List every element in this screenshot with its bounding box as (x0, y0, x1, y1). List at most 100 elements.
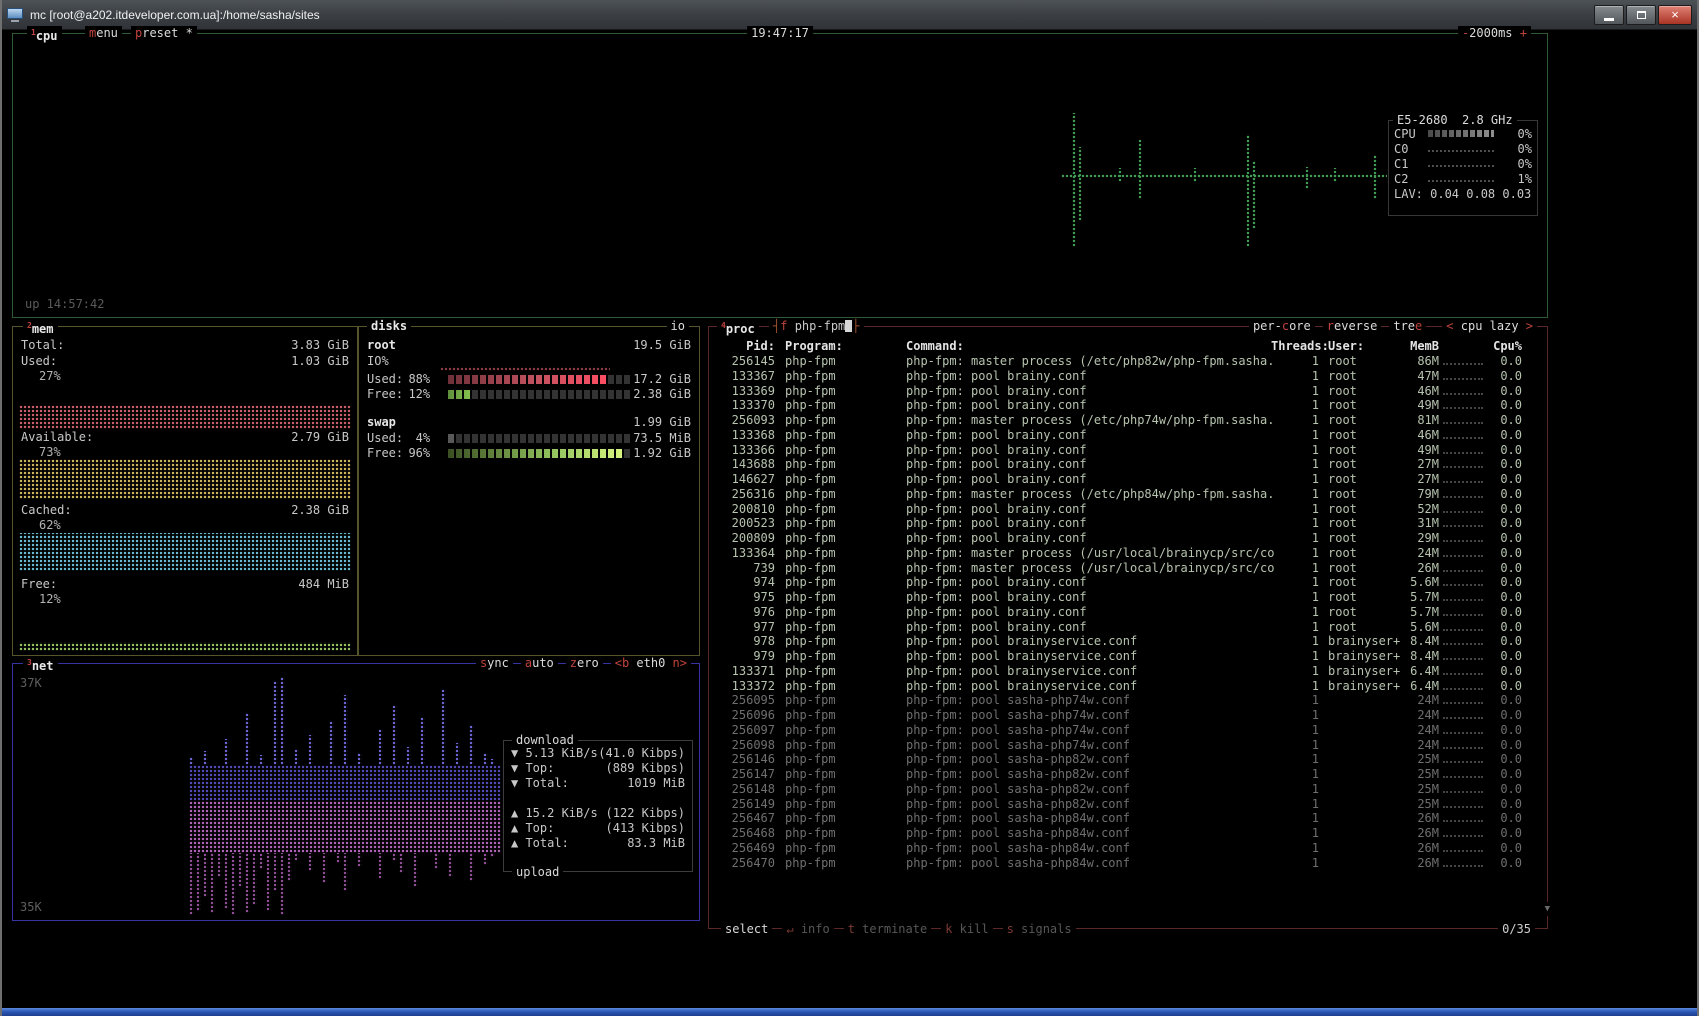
cpu-graph-baseline (1061, 174, 1387, 178)
process-row[interactable]: 133369php-fpmphp-fpm: pool brainy.conf1r… (715, 384, 1543, 399)
header-program[interactable]: Program: (785, 339, 843, 354)
process-row[interactable]: 978php-fpmphp-fpm: pool brainyservice.co… (715, 634, 1543, 649)
process-row[interactable]: 256148php-fpmphp-fpm: pool sasha-php82w.… (715, 782, 1543, 797)
download-scale-label: 37K (20, 676, 42, 690)
process-row[interactable]: 133364php-fpmphp-fpm: master process (/u… (715, 546, 1543, 561)
footer-action-signals[interactable]: s signals (1003, 922, 1076, 936)
menu-button[interactable]: menu (85, 26, 122, 40)
process-row[interactable]: 975php-fpmphp-fpm: pool brainy.conf1root… (715, 590, 1543, 605)
disk-free-meter (448, 390, 630, 399)
header-pid[interactable]: Pid: (715, 339, 775, 354)
window-titlebar[interactable]: mc [root@a202.itdeveloper.com.ua]:/home/… (2, 0, 1697, 30)
process-row[interactable]: 143688php-fpmphp-fpm: pool brainy.conf1r… (715, 457, 1543, 472)
sort-selector[interactable]: < cpu lazy > (1442, 319, 1537, 333)
close-icon: × (1671, 8, 1679, 21)
cpu-meter-panel: E5-2680 2.8 GHz CPU0% C00% C10% C21% LAV… (1388, 120, 1538, 216)
process-row[interactable]: 133372php-fpmphp-fpm: pool brainyservice… (715, 679, 1543, 694)
header-threads[interactable]: Threads: (1271, 339, 1319, 354)
process-row[interactable]: 976php-fpmphp-fpm: pool brainy.conf1root… (715, 605, 1543, 620)
process-row[interactable]: 256095php-fpmphp-fpm: pool sasha-php74w.… (715, 693, 1543, 708)
cpu-total-row: CPU0% (1389, 126, 1537, 141)
upload-top: ▲ Top:(413 Kibps) (504, 821, 692, 836)
header-user[interactable]: User: (1328, 339, 1364, 354)
close-button[interactable]: × (1658, 5, 1692, 25)
download-title: download (512, 733, 578, 747)
taskbar-strip (2, 1008, 1697, 1016)
footer-action-terminate[interactable]: t terminate (844, 922, 931, 936)
net-auto-toggle[interactable]: auto (521, 656, 558, 670)
scroll-down-indicator[interactable]: ▼ (1543, 902, 1552, 916)
terminal-window: mc [root@a202.itdeveloper.com.ua]:/home/… (0, 0, 1699, 1016)
preset-button[interactable]: preset * (131, 26, 197, 40)
net-zero-toggle[interactable]: zero (566, 656, 603, 670)
header-cpu[interactable]: Cpu% (1488, 339, 1522, 354)
memory-box: 2mem Total:3.83 GiB Used:1.03 GiB 27% Av… (12, 326, 358, 656)
mem-free-graph (19, 642, 351, 651)
process-row[interactable]: 256093php-fpmphp-fpm: master process (/e… (715, 413, 1543, 428)
interval-increase[interactable]: + (1520, 26, 1527, 40)
footer-action-select[interactable]: select (721, 922, 772, 936)
process-row[interactable]: 979php-fpmphp-fpm: pool brainyservice.co… (715, 649, 1543, 664)
process-row[interactable]: 146627php-fpmphp-fpm: pool brainy.conf1r… (715, 472, 1543, 487)
header-command[interactable]: Command: (906, 339, 964, 354)
sort-prev-icon: < (1446, 319, 1453, 333)
process-row[interactable]: 256467php-fpmphp-fpm: pool sasha-php84w.… (715, 811, 1543, 826)
process-row[interactable]: 739php-fpmphp-fpm: master process (/usr/… (715, 561, 1543, 576)
cpu-history-dots (1443, 710, 1483, 719)
swap-used-meter (448, 434, 630, 443)
process-row[interactable]: 200523php-fpmphp-fpm: pool brainy.conf1r… (715, 516, 1543, 531)
header-memb[interactable]: MemB (1395, 339, 1439, 354)
cpu-history-dots (1443, 386, 1483, 395)
process-row[interactable]: 133371php-fpmphp-fpm: pool brainyservice… (715, 664, 1543, 679)
process-row[interactable]: 200810php-fpmphp-fpm: pool brainy.conf1r… (715, 502, 1543, 517)
sort-next-icon: > (1526, 319, 1533, 333)
footer-action-info[interactable]: ↵ info (782, 922, 833, 936)
process-row[interactable]: 133366php-fpmphp-fpm: pool brainy.conf1r… (715, 443, 1543, 458)
minimize-button[interactable] (1594, 5, 1624, 25)
process-row[interactable]: 133370php-fpmphp-fpm: pool brainy.conf1r… (715, 398, 1543, 413)
process-row[interactable]: 256149php-fpmphp-fpm: pool sasha-php82w.… (715, 797, 1543, 812)
process-row[interactable]: 133367php-fpmphp-fpm: pool brainy.conf1r… (715, 369, 1543, 384)
reverse-toggle[interactable]: reverse (1323, 319, 1382, 333)
tree-toggle[interactable]: tree (1389, 319, 1426, 333)
swap-free-row: Free:96% 1.92 GiB (367, 446, 691, 460)
core-row: C10% (1389, 156, 1537, 171)
cpu-meter-bar (1428, 130, 1494, 137)
process-row[interactable]: 256469php-fpmphp-fpm: pool sasha-php84w.… (715, 841, 1543, 856)
footer-action-kill[interactable]: k kill (941, 922, 992, 936)
cpu-history-dots (1443, 548, 1483, 557)
mem-free-row: Free:484 MiB (21, 577, 349, 591)
process-row[interactable]: 256470php-fpmphp-fpm: pool sasha-php84w.… (715, 856, 1543, 871)
mem-total-row: Total:3.83 GiB (21, 338, 349, 352)
process-row[interactable]: 256468php-fpmphp-fpm: pool sasha-php84w.… (715, 826, 1543, 841)
process-row[interactable]: 256146php-fpmphp-fpm: pool sasha-php82w.… (715, 752, 1543, 767)
cpu-history-dots (1443, 784, 1483, 793)
process-row[interactable]: 256145php-fpmphp-fpm: master process (/e… (715, 354, 1543, 369)
process-search-input[interactable]: ┤f php-fpm├ (769, 319, 864, 333)
cpu-history-dots (1443, 725, 1483, 734)
process-row[interactable]: 974php-fpmphp-fpm: pool brainy.conf1root… (715, 575, 1543, 590)
io-toggle[interactable]: io (667, 319, 689, 333)
app-icon (7, 8, 23, 22)
refresh-interval: -2000ms + (1458, 26, 1531, 40)
process-row[interactable]: 256147php-fpmphp-fpm: pool sasha-php82w.… (715, 767, 1543, 782)
mem-used-percent: 27% (39, 369, 61, 383)
upload-graph (189, 801, 501, 917)
process-row[interactable]: 256316php-fpmphp-fpm: master process (/e… (715, 487, 1543, 502)
mem-free-percent: 12% (39, 592, 61, 606)
mem-used-row: Used:1.03 GiB (21, 354, 349, 368)
maximize-button[interactable] (1626, 5, 1656, 25)
process-row[interactable]: 256098php-fpmphp-fpm: pool sasha-php74w.… (715, 738, 1543, 753)
core-row: C00% (1389, 141, 1537, 156)
process-counter: 0/35 (1498, 922, 1535, 936)
net-sync-toggle[interactable]: sync (476, 656, 513, 670)
process-row[interactable]: 133368php-fpmphp-fpm: pool brainy.conf1r… (715, 428, 1543, 443)
net-box-title: 3net (23, 656, 58, 673)
net-stats-panel: download ▼ 5.13 KiB/s(41.0 Kibps) ▼ Top:… (503, 740, 693, 872)
process-row[interactable]: 256097php-fpmphp-fpm: pool sasha-php74w.… (715, 723, 1543, 738)
net-interface-selector[interactable]: <b eth0 n> (611, 656, 691, 670)
process-row[interactable]: 200809php-fpmphp-fpm: pool brainy.conf1r… (715, 531, 1543, 546)
process-row[interactable]: 977php-fpmphp-fpm: pool brainy.conf1root… (715, 620, 1543, 635)
process-row[interactable]: 256096php-fpmphp-fpm: pool sasha-php74w.… (715, 708, 1543, 723)
per-core-toggle[interactable]: per-core (1249, 319, 1315, 333)
